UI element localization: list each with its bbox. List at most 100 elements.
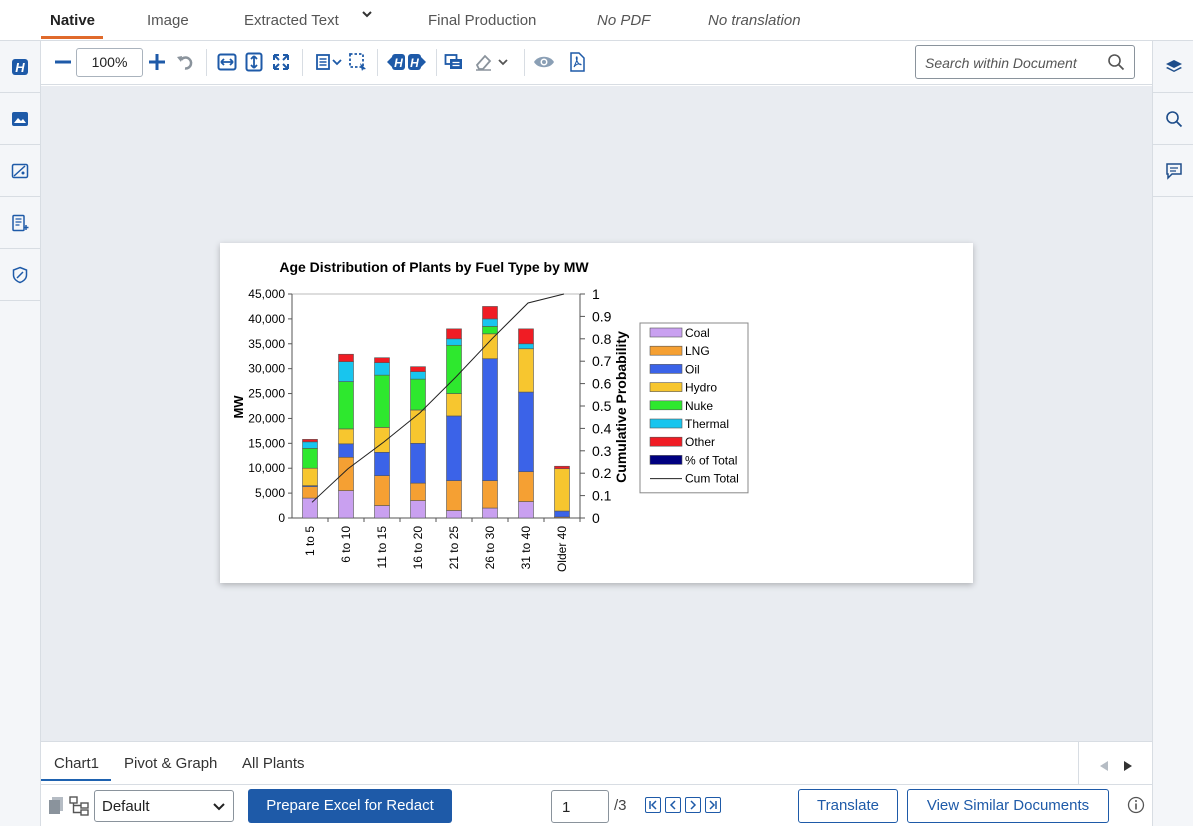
tab-native[interactable]: Native (50, 12, 95, 29)
x-tick-label: Older 40 (555, 526, 569, 572)
chevron-down-icon[interactable] (362, 10, 372, 21)
document-search-field[interactable]: Search within Document (915, 45, 1135, 79)
y-tick-label: 35,000 (248, 337, 285, 351)
bar-segment (374, 362, 390, 376)
last-page-icon[interactable] (705, 797, 721, 813)
tab-final-production[interactable]: Final Production (428, 12, 536, 29)
y2-tick-label: 0.6 (592, 376, 612, 392)
sheet-tab-pivot-graph[interactable]: Pivot & Graph (124, 755, 217, 772)
info-icon[interactable] (1127, 796, 1145, 819)
previous-page-icon[interactable] (665, 797, 681, 813)
highlight-h-icon: H (12, 58, 28, 75)
fit-width-icon[interactable] (216, 51, 238, 73)
previous-highlight-icon[interactable]: H (385, 51, 407, 73)
y-tick-label: 10,000 (248, 461, 285, 475)
bar-segment (338, 443, 354, 458)
legend-swatch (649, 455, 683, 465)
bar-segment (410, 443, 426, 484)
bar-segment (410, 378, 426, 411)
y-tick-label: 25,000 (248, 387, 285, 401)
active-sheet-indicator (41, 779, 111, 781)
highlight-panel-button[interactable]: H (0, 41, 40, 93)
zoom-in-icon[interactable] (146, 51, 168, 73)
chevron-down-icon[interactable] (331, 51, 343, 73)
document-add-icon (12, 214, 29, 231)
bar-segment (518, 471, 534, 502)
legend-swatch (649, 345, 683, 356)
document-page: 0 5,000 10,000 15,000 20,000 25,000 30,000 35,0… (220, 243, 973, 583)
y-tick-label: 15,000 (248, 436, 285, 450)
y2-tick-label: 0.2 (592, 465, 612, 481)
next-page-icon[interactable] (685, 797, 701, 813)
y-axis-label: MW (231, 395, 246, 419)
area-select-icon[interactable] (347, 51, 369, 73)
search-panel-button[interactable] (1153, 93, 1193, 145)
image-icon (12, 111, 28, 126)
zoom-out-icon[interactable] (52, 51, 74, 73)
tab-image[interactable]: Image (147, 12, 189, 29)
pdf-icon[interactable] (566, 51, 588, 73)
sheet-tab-chart1[interactable]: Chart1 (54, 755, 99, 772)
search-icon[interactable] (1107, 53, 1125, 76)
sheet-tabs-bar: Chart1 Pivot & Graph All Plants (41, 741, 1152, 785)
x-tick-label: 26 to 30 (483, 526, 497, 570)
bar-segment (338, 361, 354, 382)
legend-label: Hydro (685, 381, 717, 395)
y-tick-label: 5,000 (255, 486, 285, 500)
y-tick-label: 20,000 (248, 411, 285, 425)
tab-no-pdf[interactable]: No PDF (597, 12, 650, 29)
eye-icon[interactable] (533, 51, 555, 73)
document-toolbar: 100% H H Search within Document (41, 41, 1152, 85)
x-tick-label: 1 to 5 (303, 526, 317, 556)
security-panel-button[interactable] (0, 249, 40, 301)
redact-image-panel-button[interactable] (0, 145, 40, 197)
y-tick-label: 45,000 (248, 287, 285, 301)
view-profile-select[interactable]: Default (94, 790, 234, 822)
bar-segment (374, 475, 390, 506)
sheet-tab-all-plants[interactable]: All Plants (242, 755, 305, 772)
legend-label: Thermal (685, 417, 729, 431)
y-tick-label: 30,000 (248, 362, 285, 376)
first-page-icon[interactable] (645, 797, 661, 813)
notes-panel-button[interactable] (0, 197, 40, 249)
tab-extracted-text[interactable]: Extracted Text (244, 12, 339, 29)
sheet-scroll-left-icon[interactable] (1099, 761, 1109, 771)
active-tab-indicator (41, 36, 103, 39)
redaction-layers-icon[interactable] (443, 51, 465, 73)
bar-segment (338, 428, 354, 445)
tab-no-translation[interactable]: No translation (708, 12, 801, 29)
y2-tick-label: 0.8 (592, 331, 612, 347)
comment-icon (1165, 162, 1182, 180)
bar-segment (302, 441, 318, 449)
pages-icon[interactable] (48, 796, 64, 821)
comments-button[interactable] (1153, 145, 1193, 197)
bar-segment (374, 505, 390, 519)
translate-button[interactable]: Translate (798, 789, 898, 823)
bar-segment (446, 328, 462, 340)
view-similar-documents-button[interactable]: View Similar Documents (907, 789, 1109, 823)
bar-segment (374, 374, 390, 428)
sheet-scroll-right-icon[interactable] (1123, 761, 1133, 771)
chevron-down-icon[interactable] (496, 51, 510, 73)
bar-segment (446, 415, 462, 481)
prepare-excel-redact-button[interactable]: Prepare Excel for Redact (248, 789, 452, 823)
page-number-input[interactable]: 1 (551, 790, 609, 823)
undo-icon[interactable] (174, 51, 196, 73)
bar-segment (518, 501, 534, 519)
fit-height-icon[interactable] (243, 51, 265, 73)
next-highlight-icon[interactable]: H (406, 51, 428, 73)
layers-button[interactable] (1153, 41, 1193, 93)
bar-segment (302, 486, 318, 499)
legend-label: LNG (685, 344, 710, 358)
fullscreen-icon[interactable] (270, 51, 292, 73)
image-panel-button[interactable] (0, 93, 40, 145)
x-tick-label: 16 to 20 (411, 526, 425, 570)
tree-structure-icon[interactable] (69, 796, 89, 821)
y2-tick-label: 0.3 (592, 443, 612, 459)
image-edit-icon (11, 163, 29, 178)
eraser-icon[interactable] (473, 51, 495, 73)
bar-segment (518, 328, 534, 345)
zoom-level-input[interactable]: 100% (76, 48, 143, 77)
bottom-toolbar: Default Prepare Excel for Redact 1 /3 Tr… (41, 786, 1152, 826)
bar-segment (302, 497, 318, 519)
